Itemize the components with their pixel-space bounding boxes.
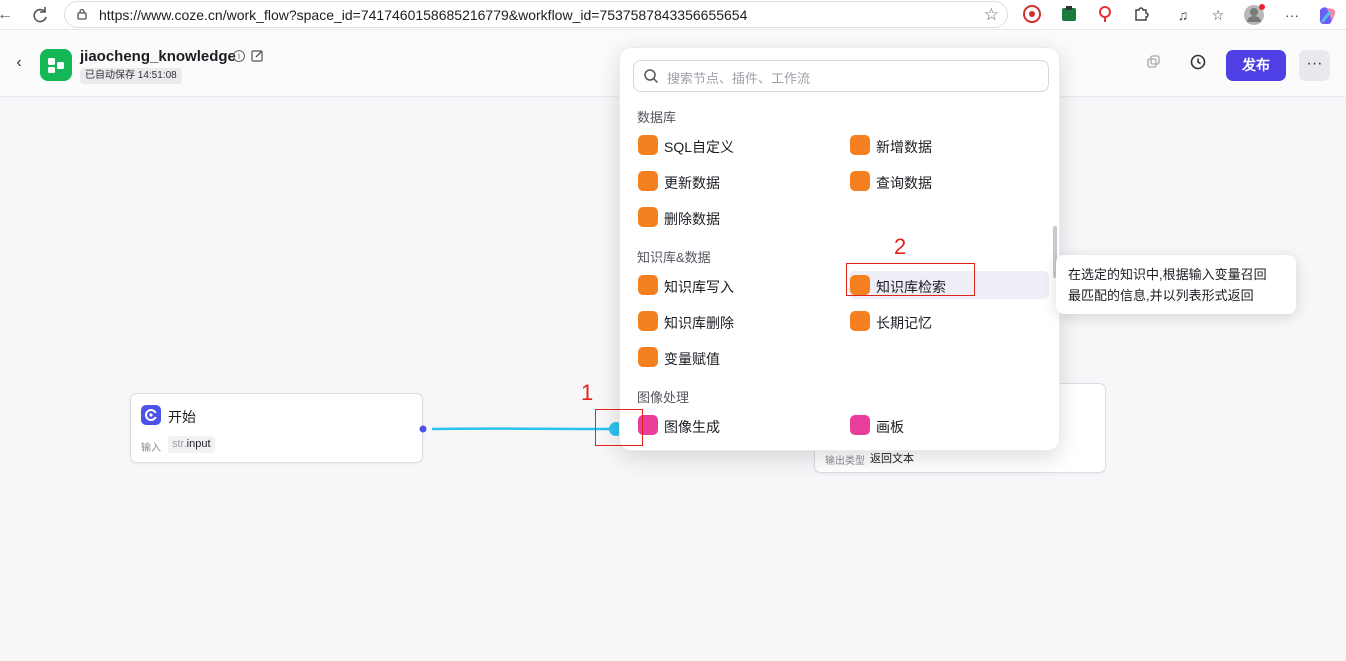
node-item-label: 画板 <box>876 419 904 435</box>
address-bar[interactable]: https://www.coze.cn/work_flow?space_id=7… <box>64 1 1008 28</box>
param-type: str. <box>172 438 187 450</box>
tooltip-line-2: 最匹配的信息,并以列表形式返回 <box>1068 288 1254 303</box>
node-item-label: 查询数据 <box>876 175 932 191</box>
autosave-status: 已自动保存 14:51:08 <box>80 68 182 84</box>
node-item-label: 知识库写入 <box>664 279 734 295</box>
memory-icon <box>850 311 870 331</box>
info-icon[interactable]: i <box>233 50 245 62</box>
database-update-icon <box>638 171 658 191</box>
extension-red-icon[interactable] <box>1021 4 1043 26</box>
node-item-label: 长期记忆 <box>876 315 932 331</box>
node-item-label: 新增数据 <box>876 139 932 155</box>
node-item-label: 变量赋值 <box>664 351 720 367</box>
end-node-output-label: 输出类型 <box>825 456 865 467</box>
node-item-update-data[interactable]: 更新数据 <box>637 167 837 195</box>
reload-icon[interactable] <box>29 4 51 26</box>
node-item-label: 知识库删除 <box>664 315 734 331</box>
copilot-icon[interactable] <box>1316 4 1338 26</box>
browser-toolbar: ← https://www.coze.cn/work_flow?space_id… <box>0 0 1346 30</box>
database-delete-icon <box>638 207 658 227</box>
node-item-label: 图像生成 <box>664 419 720 435</box>
extension-pin-icon[interactable] <box>1094 4 1116 26</box>
chevron-left-icon[interactable]: ‹ <box>10 54 28 72</box>
variable-icon <box>638 347 658 367</box>
extensions-puzzle-icon[interactable] <box>1130 4 1152 26</box>
profile-avatar[interactable] <box>1243 4 1265 26</box>
publish-button[interactable]: 发布 <box>1226 50 1286 81</box>
node-search-input[interactable]: 搜索节点、插件、工作流 <box>633 60 1049 92</box>
database-query-icon <box>850 171 870 191</box>
node-item-sql-custom[interactable]: SQL自定义 <box>637 131 837 159</box>
node-item-long-term-memory[interactable]: 长期记忆 <box>849 307 1049 335</box>
section-knowledge-title: 知识库&数据 <box>637 250 711 265</box>
node-item-label: 删除数据 <box>664 211 720 227</box>
node-item-query-data[interactable]: 查询数据 <box>849 167 1049 195</box>
database-icon <box>638 135 658 155</box>
more-options-button[interactable]: ··· <box>1299 50 1330 81</box>
site-info-icon[interactable] <box>75 7 89 21</box>
annotation-number-2: 2 <box>894 234 907 259</box>
node-item-knowledge-write[interactable]: 知识库写入 <box>637 271 837 299</box>
section-image-title: 图像处理 <box>637 390 690 405</box>
database-add-icon <box>850 135 870 155</box>
add-node-panel: 搜索节点、插件、工作流 数据库 SQL自定义 新增数据 更新数据 查询数据 删除… <box>619 47 1060 451</box>
history-icon[interactable] <box>1189 53 1207 71</box>
start-node[interactable]: 开始 输入 str.input <box>130 393 423 463</box>
start-node-icon <box>141 405 161 425</box>
param-name: input <box>186 438 211 450</box>
media-control-icon[interactable]: ♫ <box>1172 4 1194 26</box>
tooltip-line-1: 在选定的知识中,根据输入变量召回 <box>1068 267 1267 282</box>
favorites-icon[interactable]: ☆ <box>1207 4 1229 26</box>
end-node-output-value: 返回文本 <box>870 453 914 465</box>
bookmark-star-icon[interactable]: ☆ <box>984 5 999 25</box>
edit-icon[interactable] <box>251 49 264 62</box>
copy-icon[interactable] <box>1145 53 1163 71</box>
node-item-label: SQL自定义 <box>664 139 735 155</box>
annotation-number-1: 1 <box>581 380 594 405</box>
back-arrow-icon[interactable]: ← <box>0 4 16 26</box>
canvas-board-icon <box>850 415 870 435</box>
annotation-box-1 <box>595 409 643 446</box>
start-node-param-tag: str.input <box>168 436 215 453</box>
workflow-logo <box>40 49 72 81</box>
node-item-variable-assign[interactable]: 变量赋值 <box>637 343 837 371</box>
extension-green-icon[interactable] <box>1058 4 1080 26</box>
workflow-title: jiaocheng_knowledge <box>80 48 236 65</box>
start-node-input-label: 输入 <box>141 443 161 454</box>
knowledge-write-icon <box>638 275 658 295</box>
node-item-canvas-board[interactable]: 画板 <box>849 411 1049 439</box>
node-item-delete-data[interactable]: 删除数据 <box>637 203 837 231</box>
knowledge-delete-icon <box>638 311 658 331</box>
start-node-title: 开始 <box>168 409 196 425</box>
url-text[interactable]: https://www.coze.cn/work_flow?space_id=7… <box>99 7 747 23</box>
browser-menu-icon[interactable]: ··· <box>1281 4 1303 26</box>
node-item-insert-data[interactable]: 新增数据 <box>849 131 1049 159</box>
node-item-label: 更新数据 <box>664 175 720 191</box>
node-item-image-generate[interactable]: 图像生成 <box>637 411 837 439</box>
knowledge-retrieve-tooltip: 在选定的知识中,根据输入变量召回 最匹配的信息,并以列表形式返回 <box>1056 255 1296 314</box>
search-icon <box>644 69 659 84</box>
search-placeholder: 搜索节点、插件、工作流 <box>667 71 811 86</box>
section-database-title: 数据库 <box>637 110 677 125</box>
annotation-box-2 <box>846 263 975 296</box>
node-item-knowledge-delete[interactable]: 知识库删除 <box>637 307 837 335</box>
